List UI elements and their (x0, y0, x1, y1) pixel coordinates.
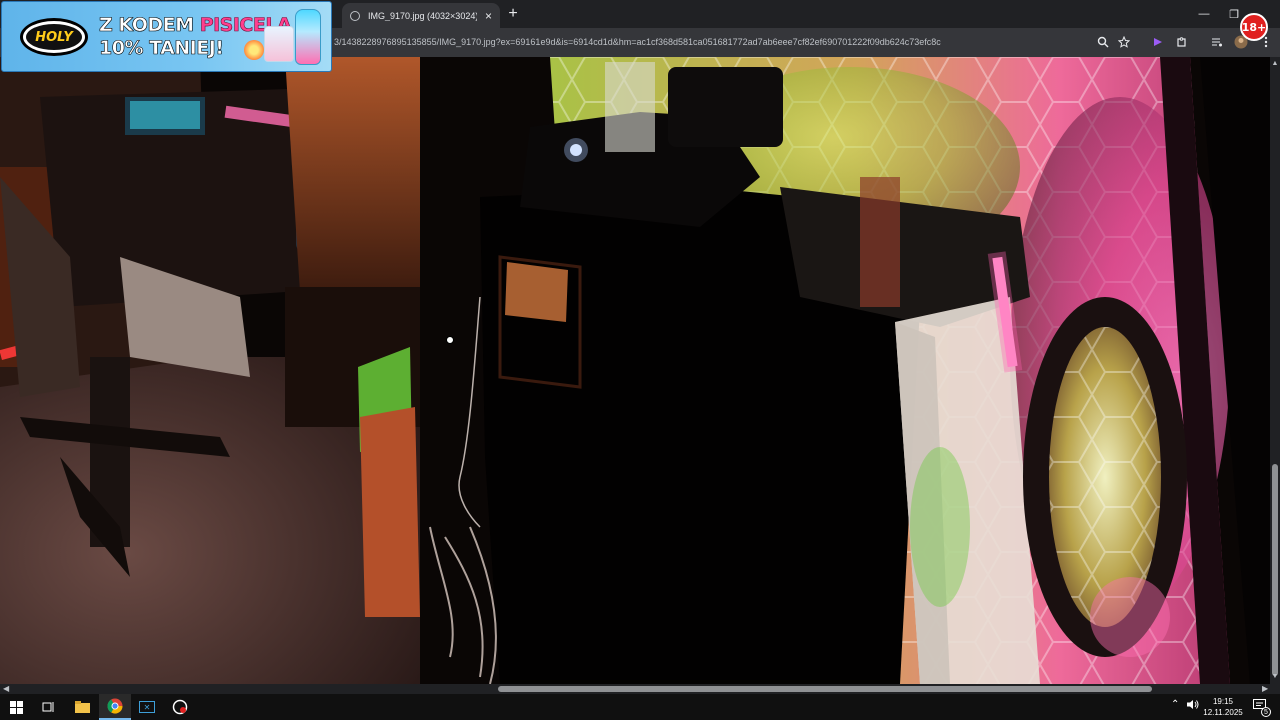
vertical-scrollbar-thumb[interactable] (1272, 464, 1278, 676)
chrome-icon[interactable] (99, 694, 131, 720)
tab-image[interactable]: IMG_9170.jpg (4032×3024) × (342, 3, 500, 28)
tab-close-icon[interactable]: × (485, 10, 492, 22)
clock-time: 19:15 (1212, 697, 1234, 706)
app-icon[interactable] (164, 694, 196, 720)
file-explorer-icon[interactable] (66, 694, 98, 720)
minimize-button[interactable]: — (1188, 0, 1220, 28)
notification-count-badge: 5 (1261, 707, 1271, 717)
search-icon[interactable] (1095, 34, 1111, 50)
scroll-left-arrow-icon[interactable]: ◀ (3, 684, 9, 694)
extension-icon[interactable] (1150, 34, 1166, 50)
globe-icon (350, 10, 360, 21)
media-icon[interactable] (1209, 34, 1225, 50)
star-icon[interactable] (1116, 34, 1132, 50)
age-badge[interactable]: 18+ (1240, 13, 1268, 41)
puzzle-icon[interactable] (1174, 34, 1190, 50)
clock[interactable]: 19:15 12.11.2025 (1198, 696, 1248, 718)
taskbar: ✕ ⌃ 19:15 12.11.2025 5 (0, 694, 1280, 720)
image-viewer[interactable] (0, 57, 1270, 684)
ad-discount: 10% TANIEJ! (99, 37, 225, 60)
product-bottle-image (295, 9, 321, 65)
holy-logo: HOLY (20, 18, 88, 56)
vertical-scrollbar[interactable] (1270, 57, 1280, 684)
clock-date: 12.11.2025 (1203, 708, 1243, 717)
windows-start-icon[interactable] (0, 694, 32, 720)
scroll-up-arrow-icon[interactable]: ▲ (1271, 60, 1279, 68)
room-photo (0, 57, 1270, 684)
svg-text:✕: ✕ (144, 703, 151, 712)
new-tab-button[interactable]: + (504, 5, 522, 23)
scroll-right-arrow-icon[interactable]: ▶ (1262, 684, 1268, 694)
ad-headline-prefix: Z KODEM (99, 14, 200, 37)
horizontal-scrollbar-thumb[interactable] (498, 686, 1152, 692)
tab-title: IMG_9170.jpg (4032×3024) (368, 10, 477, 21)
ad-headline: Z KODEM PISICELA (99, 14, 292, 37)
task-view-icon[interactable] (32, 694, 64, 720)
horizontal-scrollbar[interactable]: ◀ ▶ (0, 684, 1280, 694)
ad-banner[interactable]: HOLY Z KODEM PISICELA 10% TANIEJ! (1, 1, 332, 72)
scroll-down-arrow-icon[interactable]: ▼ (1271, 673, 1279, 681)
excel-icon[interactable]: ✕ (131, 694, 163, 720)
grapefruit-image (244, 40, 264, 60)
screen: IMG_9170.jpg (4032×3024) × + — ❐ 3/14382… (0, 0, 1280, 720)
age-badge-label: 18+ (1241, 20, 1267, 34)
url-bar[interactable]: 3/1438228976895135855/IMG_9170.jpg?ex=69… (334, 37, 941, 47)
holy-logo-text: HOLY (26, 24, 82, 50)
chevron-up-icon[interactable]: ⌃ (1171, 699, 1179, 710)
product-can-image (264, 26, 294, 62)
